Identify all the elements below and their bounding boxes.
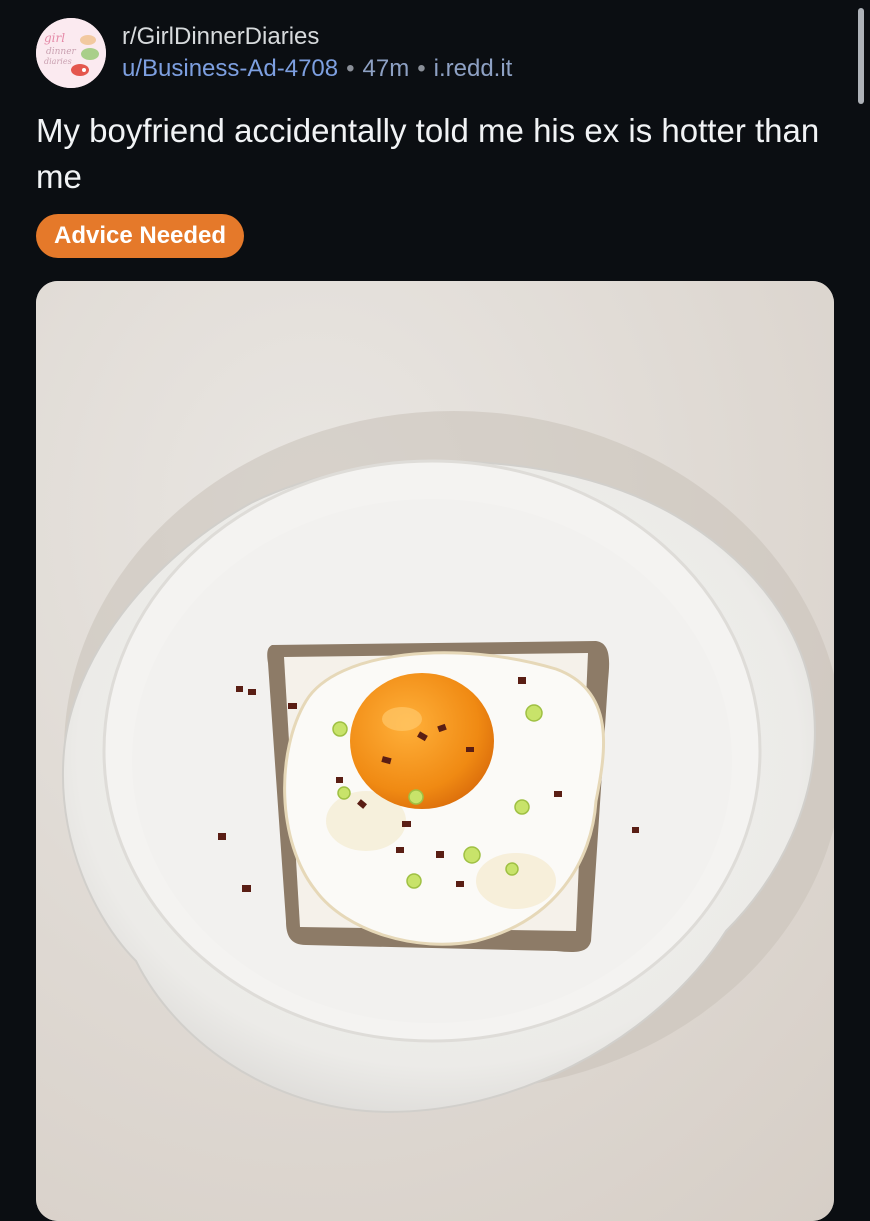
subreddit-logo-icon: girl dinner diaries [36,18,106,88]
scrollbar[interactable] [858,8,864,104]
post-title[interactable]: My boyfriend accidentally told me his ex… [36,108,826,200]
photo-icon [36,281,834,1221]
logo-text-dinner: dinner [46,47,77,57]
subreddit-name[interactable]: r/GirlDinnerDiaries [122,20,512,54]
separator-dot: • [346,55,355,82]
subreddit-avatar[interactable]: girl dinner diaries [36,18,106,88]
byline: u/Business-Ad-4708 • 47m • i.redd.it [122,54,512,84]
post-image[interactable] [36,281,834,1221]
post-meta: r/GirlDinnerDiaries u/Business-Ad-4708 • 4… [122,20,512,84]
author-link[interactable]: u/Business-Ad-4708 [122,55,338,82]
logo-text-diaries: diaries [44,57,72,66]
separator-dot: • [417,55,426,82]
logo-text-girl: girl [44,31,65,45]
post-age: 47m [362,55,410,82]
post-flair[interactable]: Advice Needed [36,214,245,258]
post-header: girl dinner diaries r/GirlDinnerDiaries … [36,18,816,90]
post-domain[interactable]: i.redd.it [434,55,513,82]
